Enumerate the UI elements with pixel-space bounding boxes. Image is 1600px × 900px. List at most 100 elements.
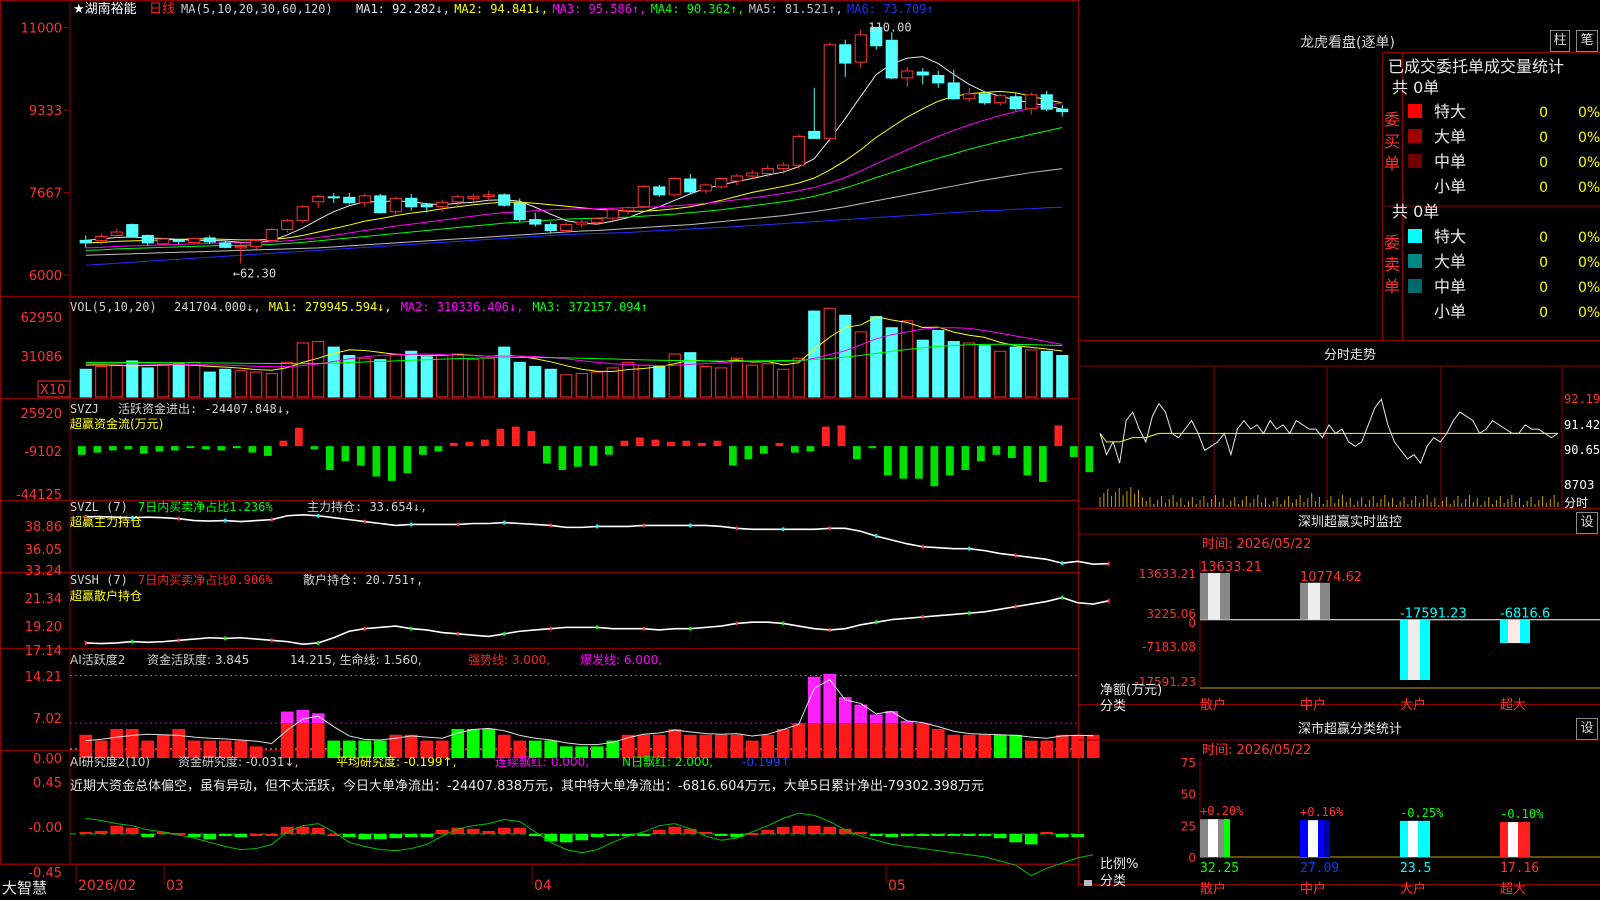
ai2-bar [435,829,449,834]
sell-side-label-char: 单 [1384,277,1400,296]
volume-bar [358,357,371,398]
svzj-legend: 活跃资金进出: -24407.848↓, [118,401,291,416]
monitor-ylabel: 净额(万元) [1100,683,1162,698]
sell-row-label: 大单 [1434,252,1466,271]
svzj-bar [744,446,753,460]
ai-activity-panel[interactable]: AI活跃度2 资金活跃度: 3.845 14.215, 生命线: 1.560, 强势线… [25,652,1100,767]
pen-mode-button[interactable]: 笔 [1576,30,1598,52]
svsh-tick-mark [224,636,227,641]
ai1-bar [280,723,294,758]
intraday-price-line [1099,398,1559,465]
intraday-panel[interactable]: 分时走势 92.19 91.42 90.65 8703 分时 [1078,347,1600,510]
sell-row-label: 小单 [1434,302,1466,321]
ai2-bar [1055,834,1069,838]
svsh-panel[interactable]: SVSH (7) 7日内买卖净占比0.906% 散户持仓: 20.751↑, 超赢散户… [25,572,1110,659]
stats-change-label: -0.25% [1400,806,1444,820]
stats-bar-highlight [1408,820,1418,857]
ai2-bar [544,834,558,842]
svsh-tick-mark [363,626,366,631]
period-label[interactable]: 日线 [149,2,175,17]
category-stats-panel[interactable]: 深市超赢分类统计时间: 2026/05/22 75 50 25 0 比例% 分类 +0.20%… [1078,721,1600,897]
stats-category-label: 中户 [1300,881,1326,897]
volume-panel[interactable]: VOL(5,10,20) 241704.000↓, MA1: 279945.594↓… [21,300,1069,398]
monitor-settings-button[interactable]: 设 [1576,512,1598,534]
volume-bar [172,363,185,398]
svzj-bar [589,446,598,466]
sell-row-pct: 0% [1578,230,1600,246]
svzj-bar [124,446,133,450]
ai1-bar [714,734,728,758]
candle-body [777,164,790,170]
ma-legend-item: MA2: 94.841↓, [454,2,548,16]
buy-total: 共 0单 [1392,78,1439,97]
svzj-bar [465,441,474,447]
stats-settings-button[interactable]: 设 [1576,718,1598,740]
ai1-bar [466,728,480,758]
sell-row-pct: 0% [1578,255,1600,271]
svzj-bar [341,446,350,462]
svzj-panel[interactable]: SVZJ 活跃资金进出: -24407.848↓,超赢资金流(万元) 25920 -9… [16,401,1094,503]
candle-body [746,172,759,177]
candle [792,134,805,169]
stats-change-label: +0.20% [1200,804,1244,818]
ai2-bar [79,831,93,834]
candle [436,199,449,212]
svzj-bar [264,446,272,456]
candle [544,222,557,233]
ai2-bar [466,828,480,834]
svzj-bar [450,442,458,447]
ma-line-MA5 [85,168,1063,256]
lock-icon [1084,880,1092,886]
stats-value-label: 23.5 [1400,861,1431,876]
ai1-legend-red: 强势线: 3.000, [468,653,550,667]
candle [823,42,836,143]
buy-row-label: 小单 [1434,177,1466,196]
svzj-bar [946,446,954,476]
stats-change-label: +0.16% [1300,805,1344,819]
svzj-bar [822,426,830,447]
candle [761,165,774,178]
stats-value-label: 27.09 [1300,861,1339,876]
ai2-bar [978,834,992,837]
volume-bar [777,368,790,398]
ai1-bar [823,723,837,758]
svsh-title: SVSH (7) [70,573,128,587]
candle [560,222,573,233]
realtime-monitor-panel[interactable]: 深圳超赢实时监控时间: 2026/05/2213633.213225.060-7… [1078,514,1600,714]
longhu-title: 龙虎看盘(逐单) [1300,34,1395,51]
candle-body [653,186,666,196]
bar-mode-button[interactable]: 柱 [1550,30,1570,52]
x-axis-date: 03 [166,878,184,894]
stock-chart-canvas[interactable]: 11000 9333 7667 6000 110.00 ←62.30 2026/02 03 04… [0,0,1600,900]
svzj-bar [977,446,985,462]
ma-line-MA1 [85,56,1063,243]
svzj-bar [1085,446,1094,473]
ai1-bar [156,734,170,758]
ai2-note: 近期大资金总体偏空，虽有异动，但不太活跃，今日大单净流出：-24407.838万… [70,778,984,794]
ai2-bar [404,834,418,838]
ai1-title: AI活跃度2 [70,652,125,667]
stats-bar-highlight [1508,822,1518,857]
sell-row-pct: 0% [1578,280,1600,296]
svzj-bar [248,446,257,453]
svzj-bar [837,425,846,447]
svzj-subtitle: 超赢资金流(万元) [70,416,163,431]
candle-body [529,219,542,225]
ai1-bar [854,723,868,758]
candle-body [699,184,712,192]
ai-research-panel[interactable]: AI研究度2(10) 资金研究度: -0.031↓, 平均研究度: -0.199↑,… [28,754,1094,881]
volume-stat-tabs[interactable]: 已成交委托单成交量统计 [1388,57,1564,76]
buy-side-label-char: 买 [1384,132,1400,151]
candle-body [839,44,852,64]
svzl-tick-mark [1061,561,1064,566]
candle [932,70,945,88]
buy-row-count: 0 [1539,180,1548,196]
ai1-legend2: 14.215, 生命线: 1.560, [290,652,422,667]
candle-body [901,70,914,79]
volume-bar [730,357,743,398]
svzl-panel[interactable]: SVZL (7) 7日内买卖净占比1.236% 主力持仓: 33.654↓,超赢主力… [25,499,1110,579]
svzj-bar [667,441,675,447]
svzj-bar [527,430,536,447]
svzl-tick-mark [875,534,878,539]
candle [699,183,712,194]
